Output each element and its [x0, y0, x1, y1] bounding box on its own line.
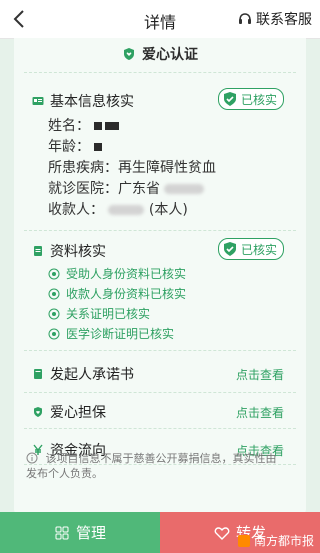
shield-check-icon	[223, 92, 236, 106]
check-circle-icon	[48, 328, 60, 340]
guarantee-row[interactable]: 爱心担保 点击查看	[32, 402, 284, 422]
watermark-logo	[237, 534, 250, 547]
heart-icon	[214, 526, 230, 540]
divider	[24, 428, 296, 429]
masked-payee	[108, 205, 145, 215]
age-row: 年龄：	[48, 137, 216, 158]
docs-verified-badge: 已核实	[217, 238, 284, 260]
check-circle-icon	[48, 288, 60, 300]
id-card-icon	[32, 97, 44, 105]
contact-service-label: 联系客服	[256, 12, 312, 28]
shield-heart-icon	[34, 407, 42, 417]
hospital-row: 就诊医院：广东省	[48, 179, 216, 200]
disease-row: 所患疾病：再生障碍性贫血	[48, 160, 216, 176]
check-item: 关系证明已核实	[48, 304, 186, 324]
divider	[24, 392, 296, 393]
docs-check-list: 受助人身份资料已核实 收款人身份资料已核实 关系证明已核实 医学诊断证明已核实	[48, 264, 186, 344]
shield-heart-icon	[124, 48, 134, 60]
top-bar: 详情 联系客服	[0, 0, 320, 39]
manage-button[interactable]: 管理	[0, 512, 160, 553]
divider	[24, 230, 296, 231]
basic-info-verified-badge: 已核实	[217, 88, 284, 110]
name-row: 姓名：	[48, 116, 216, 137]
pledge-row[interactable]: 发起人承诺书 点击查看	[32, 364, 284, 384]
love-certification: 爱心认证	[14, 44, 306, 64]
check-item: 收款人身份资料已核实	[48, 284, 186, 304]
watermark: 南方都市报	[237, 532, 314, 549]
manage-label: 管理	[75, 524, 106, 542]
check-item: 受助人身份资料已核实	[48, 264, 186, 284]
check-item: 医学诊断证明已核实	[48, 324, 186, 344]
check-circle-icon	[48, 268, 60, 280]
docs-title: 资料核实	[32, 241, 106, 261]
shield-check-icon	[223, 242, 236, 256]
guarantee-view-link[interactable]: 点击查看	[236, 404, 284, 421]
disclaimer-note: 该项目信息不属于慈善公开募捐信息，真实性由发布个人负责。	[26, 452, 277, 480]
pledge-view-link[interactable]: 点击查看	[236, 366, 284, 383]
divider	[24, 350, 296, 351]
check-circle-icon	[48, 308, 60, 320]
divider	[24, 72, 296, 73]
masked-age	[94, 143, 103, 151]
grid-icon	[55, 526, 69, 539]
payee-row: 收款人： (本人)	[48, 202, 188, 218]
masked-name	[105, 122, 120, 130]
document-icon	[34, 246, 42, 256]
certification-label: 爱心认证	[142, 47, 198, 63]
details-card: 爱心认证 基本信息核实 已核实 姓名： 年龄： 所患疾病：再生障碍性贫血 就诊医…	[14, 38, 306, 515]
masked-name	[94, 122, 103, 130]
basic-info-title: 基本信息核实	[32, 91, 134, 111]
book-icon	[34, 369, 42, 379]
masked-hospital	[164, 184, 205, 194]
contact-service-button[interactable]: 联系客服	[237, 9, 312, 29]
headset-icon	[239, 13, 251, 24]
basic-info-list: 姓名： 年龄： 所患疾病：再生障碍性贫血 就诊医院：广东省 收款人： (本人)	[48, 116, 216, 221]
info-icon	[26, 452, 38, 464]
